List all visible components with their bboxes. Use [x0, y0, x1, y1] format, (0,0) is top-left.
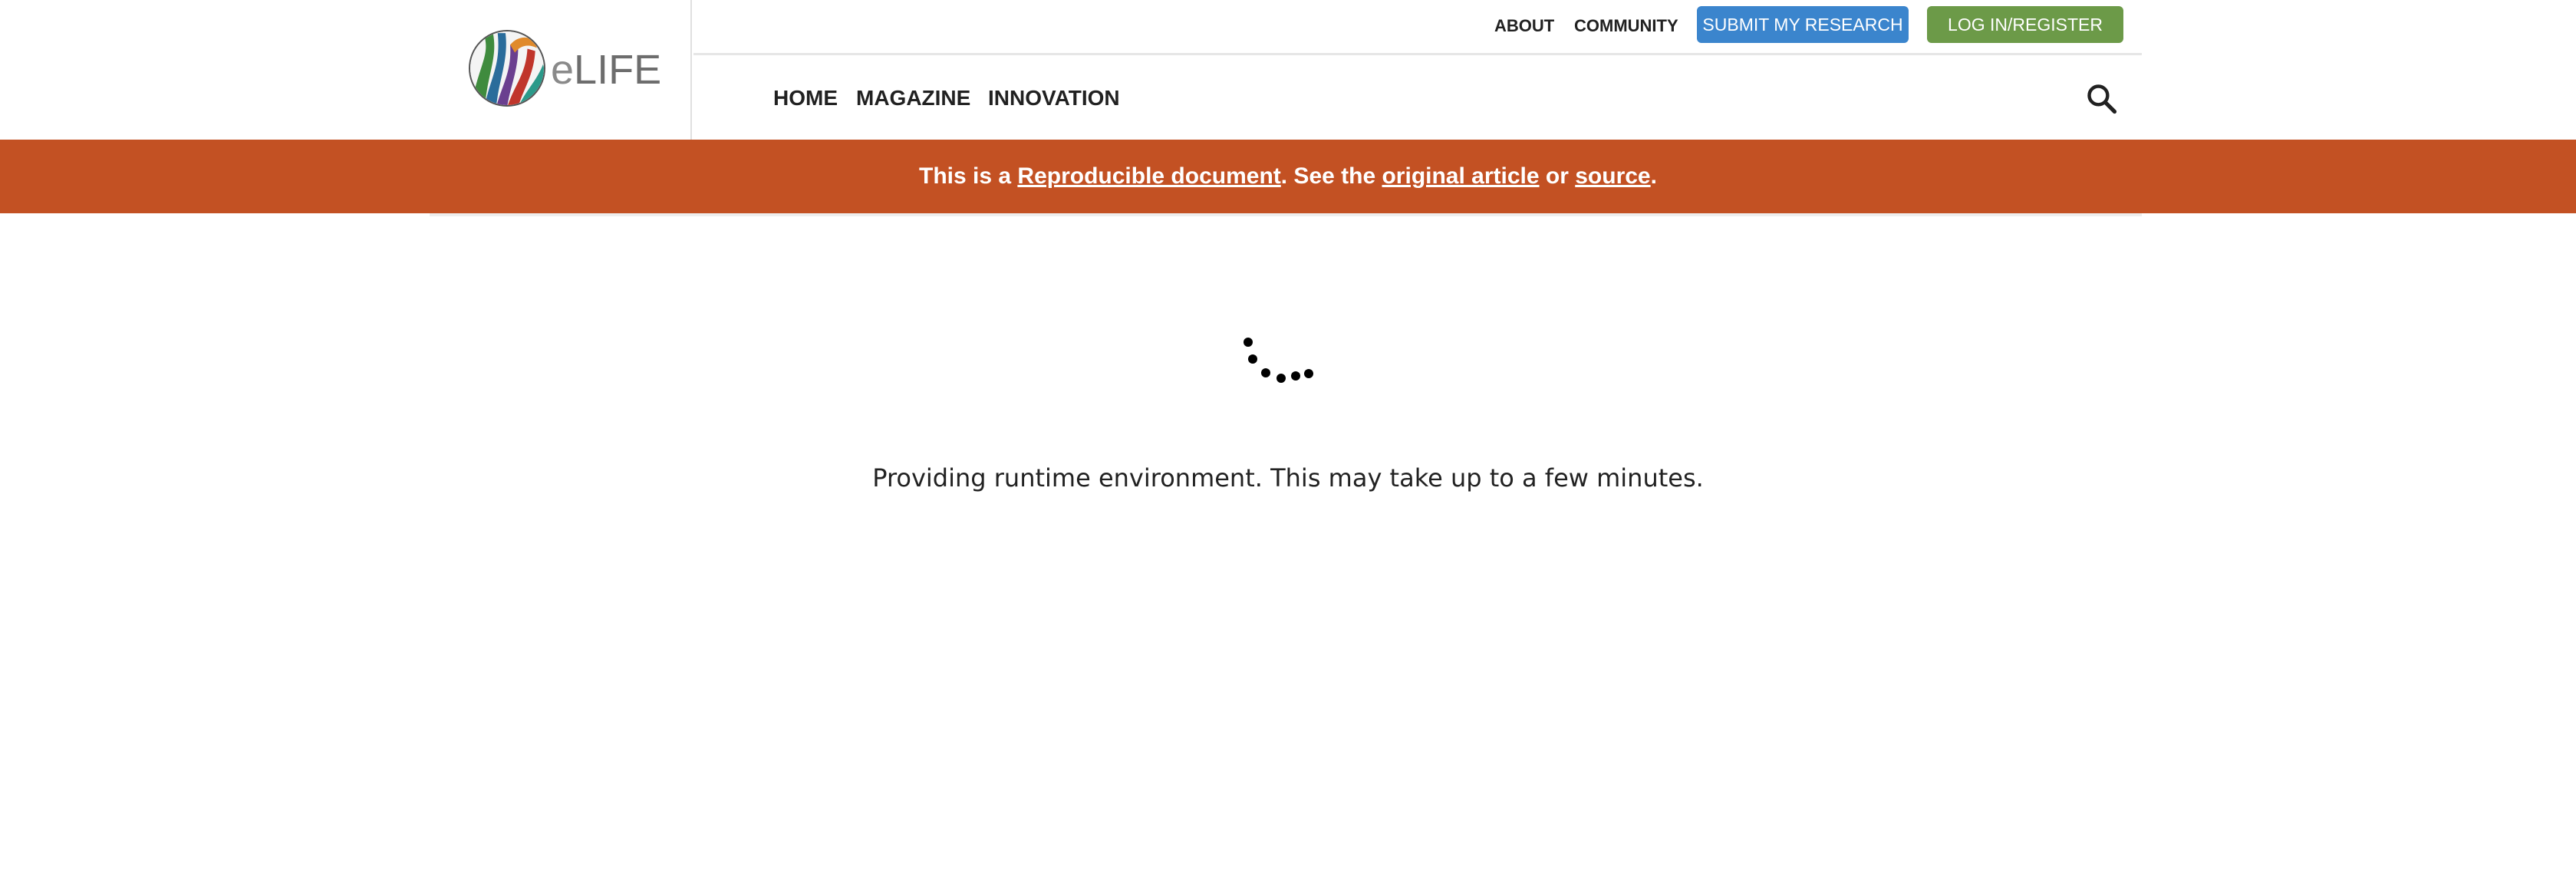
- banner-suffix: .: [1650, 163, 1657, 189]
- source-link[interactable]: source: [1575, 163, 1650, 189]
- loading-spinner-icon: [1244, 338, 1313, 383]
- about-link[interactable]: ABOUT: [1494, 15, 1554, 37]
- banner-divider: [430, 213, 2142, 216]
- site-header: eLIFE ABOUT COMMUNITY SUBMIT MY RESEARCH…: [0, 0, 2576, 140]
- submit-research-button[interactable]: SUBMIT MY RESEARCH: [1697, 6, 1909, 43]
- main-nav: HOME MAGAZINE INNOVATION: [693, 58, 2142, 140]
- community-link[interactable]: COMMUNITY: [1574, 15, 1678, 37]
- logo-link[interactable]: eLIFE: [434, 0, 692, 140]
- original-article-link[interactable]: original article: [1382, 163, 1539, 189]
- loading-message: Providing runtime environment. This may …: [872, 463, 1704, 493]
- reproducible-banner: This is a Reproducible document. See the…: [0, 140, 2576, 213]
- banner-or: or: [1539, 163, 1576, 189]
- nav-magazine[interactable]: MAGAZINE: [856, 85, 970, 111]
- elife-logo-icon: [469, 30, 545, 107]
- nav-home[interactable]: HOME: [773, 85, 838, 111]
- nav-innovation[interactable]: INNOVATION: [988, 85, 1120, 111]
- utility-nav: ABOUT COMMUNITY SUBMIT MY RESEARCH LOG I…: [693, 0, 2142, 55]
- login-register-button[interactable]: LOG IN/REGISTER: [1927, 6, 2123, 43]
- search-icon[interactable]: [2085, 82, 2119, 116]
- reproducible-document-link[interactable]: Reproducible document: [1017, 163, 1280, 189]
- banner-prefix: This is a: [919, 163, 1018, 189]
- banner-middle: . See the: [1280, 163, 1382, 189]
- logo-wordmark: eLIFE: [551, 47, 662, 93]
